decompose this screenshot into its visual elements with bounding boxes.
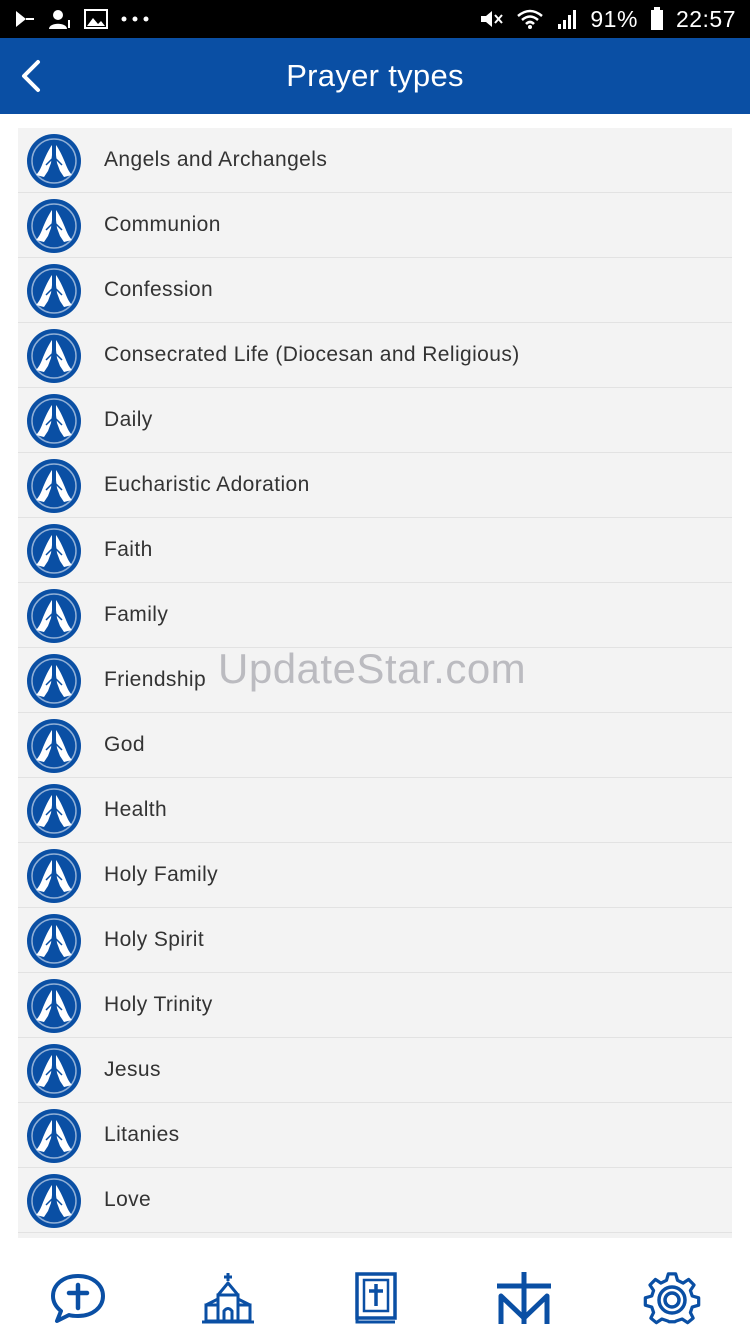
praying-hands-icon	[26, 588, 82, 644]
bible-icon	[355, 1272, 397, 1324]
list-item-label: Daily	[104, 408, 153, 431]
nav-settings-button[interactable]	[640, 1270, 704, 1326]
list-item-label: Holy Spirit	[104, 928, 205, 951]
settings-gear-icon	[643, 1272, 701, 1325]
nav-church-button[interactable]	[196, 1270, 260, 1326]
play-store-icon	[16, 11, 34, 27]
list-item[interactable]: Daily	[18, 388, 732, 453]
list-item[interactable]: Holy Spirit	[18, 908, 732, 973]
list-item-label: Holy Family	[104, 863, 219, 886]
page-title: Prayer types	[286, 58, 464, 93]
praying-hands-icon	[26, 198, 82, 254]
list-item-label: Love	[104, 1188, 152, 1211]
list-item-label: God	[104, 733, 145, 756]
list-item[interactable]: Health	[18, 778, 732, 843]
battery-icon	[650, 7, 663, 30]
praying-hands-icon	[26, 1173, 82, 1229]
church-icon	[202, 1273, 254, 1324]
praying-hands-icon	[26, 458, 82, 514]
list-item[interactable]: Jesus	[18, 1038, 732, 1103]
praying-hands-icon	[26, 718, 82, 774]
list-item-label: Jesus	[104, 1058, 161, 1081]
status-bar: 91% 22:57	[0, 0, 750, 38]
back-button[interactable]	[0, 38, 60, 114]
praying-hands-icon	[26, 523, 82, 579]
mute-icon	[481, 11, 504, 27]
list-item-label: Communion	[104, 213, 221, 236]
battery-percent: 91%	[590, 5, 638, 32]
list-item[interactable]: Communion	[18, 193, 732, 258]
praying-hands-icon	[26, 783, 82, 839]
list-item-label: Holy Trinity	[104, 993, 213, 1016]
wifi-icon	[517, 9, 544, 29]
praying-hands-icon	[26, 913, 82, 969]
list-item-label: Health	[104, 798, 168, 821]
praying-hands-icon	[26, 1043, 82, 1099]
more-icon	[121, 16, 149, 22]
list-item[interactable]: Litanies	[18, 1103, 732, 1168]
image-icon	[84, 9, 108, 29]
praying-hands-icon	[26, 848, 82, 904]
praying-hands-icon	[26, 133, 82, 189]
app-bar: Prayer types	[0, 38, 750, 114]
bottom-nav	[0, 1246, 750, 1334]
list-item-label: Consecrated Life (Diocesan and Religious…	[104, 343, 520, 366]
praying-hands-icon	[26, 263, 82, 319]
status-left	[14, 8, 150, 30]
nav-bible-button[interactable]	[344, 1270, 408, 1326]
praying-hands-icon	[26, 1108, 82, 1164]
list-item[interactable]: Friendship	[18, 648, 732, 713]
person-icon	[49, 10, 70, 29]
prayer-types-list: Angels and Archangels Communion Confession…	[18, 128, 732, 1238]
list-item[interactable]: Eucharistic Adoration	[18, 453, 732, 518]
list-item[interactable]: Angels and Archangels	[18, 128, 732, 193]
prayer-bubble-icon	[51, 1274, 105, 1323]
list-item-label: Confession	[104, 278, 214, 301]
list-item-label: Friendship	[104, 668, 207, 691]
list-item[interactable]: Holy Trinity	[18, 973, 732, 1038]
praying-hands-icon	[26, 653, 82, 709]
back-arrow-icon	[22, 60, 40, 92]
list-container: Angels and Archangels Communion Confession…	[18, 128, 732, 1233]
nav-prayer-button[interactable]	[46, 1270, 110, 1326]
list-item[interactable]: Love	[18, 1168, 732, 1233]
list-item-label: Litanies	[104, 1123, 180, 1146]
cross-monogram-icon	[497, 1272, 551, 1324]
list-item[interactable]: Holy Family	[18, 843, 732, 908]
status-right: 91% 22:57	[478, 6, 736, 33]
list-item[interactable]: Confession	[18, 258, 732, 323]
praying-hands-icon	[26, 393, 82, 449]
list-item[interactable]: God	[18, 713, 732, 778]
list-item[interactable]: Faith	[18, 518, 732, 583]
list-item-label: Family	[104, 603, 169, 626]
nav-monogram-button[interactable]	[492, 1270, 556, 1326]
praying-hands-icon	[26, 978, 82, 1034]
list-item[interactable]: Family	[18, 583, 732, 648]
list-item-label: Angels and Archangels	[104, 148, 328, 171]
praying-hands-icon	[26, 328, 82, 384]
clock: 22:57	[675, 5, 736, 32]
signal-icon	[558, 10, 577, 29]
list-item-label: Eucharistic Adoration	[104, 473, 310, 496]
list-item-label: Faith	[104, 538, 153, 561]
list-item[interactable]: Consecrated Life (Diocesan and Religious…	[18, 323, 732, 388]
